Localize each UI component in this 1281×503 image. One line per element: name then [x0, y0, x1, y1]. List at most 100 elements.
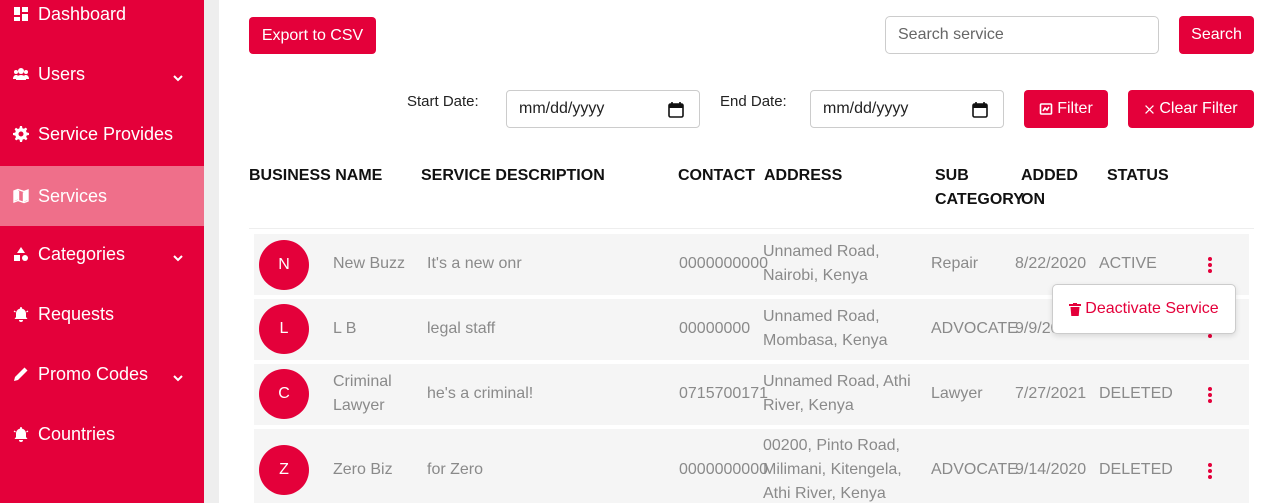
sidebar-item-label: Promo Codes — [38, 363, 149, 384]
sidebar-item-dashboard[interactable]: Dashboard — [0, 0, 204, 44]
search-input[interactable] — [885, 16, 1159, 54]
deactivate-service-menu-item[interactable]: Deactivate Service — [1052, 284, 1236, 334]
sub-category: ADVOCATE — [931, 320, 1018, 337]
start-date-label: Start Date: — [407, 93, 479, 110]
business-name-line: Criminal — [333, 373, 392, 390]
sidebar-item-label: Users — [38, 63, 86, 84]
sidebar-item-countries[interactable]: Countries — [0, 404, 204, 464]
app: Dashboard Users Service Provides Service… — [0, 0, 1281, 503]
status-text: ACTIVE — [1099, 255, 1157, 272]
start-date-value: mm/dd/yyyy — [519, 100, 605, 117]
status-text: DELETED — [1099, 461, 1173, 478]
column-header-status: STATUS — [1107, 167, 1169, 184]
column-header-line: ON — [1021, 191, 1045, 208]
address-line: Athi River, Kenya — [763, 485, 886, 502]
address: 00200, Pinto Road, Milimani, Kitengela, … — [763, 434, 902, 503]
chevron-down-icon — [172, 368, 184, 382]
avatar: N — [259, 240, 309, 290]
contact: 0000000000 — [679, 461, 768, 478]
column-header-line: ADDED — [1021, 167, 1078, 184]
contact: 00000000 — [679, 320, 751, 337]
status-text: DELETED — [1099, 385, 1173, 402]
table-row[interactable]: Z Zero Biz for Zero 0000000000 00200, Pi… — [254, 429, 1249, 503]
avatar: C — [259, 369, 309, 419]
address-line: Unnamed Road, — [763, 243, 880, 260]
more-options-icon[interactable] — [1207, 387, 1213, 403]
bell-icon — [12, 425, 30, 443]
sidebar-item-label: Requests — [38, 303, 115, 324]
address-line: Nairobi, Kenya — [763, 267, 868, 284]
filter-button[interactable]: Filter — [1024, 90, 1108, 128]
end-date-field[interactable]: mm/dd/yyyy — [810, 90, 1004, 128]
shapes-icon — [12, 245, 30, 263]
sidebar-item-categories[interactable]: Categories — [0, 224, 204, 284]
column-header-line: CATEGORY — [935, 191, 1024, 208]
clear-filter-button[interactable]: Clear Filter — [1128, 90, 1254, 128]
sidebar-item-label: Countries — [38, 423, 116, 444]
chevron-down-icon — [172, 68, 184, 82]
sub-category: Lawyer — [931, 385, 983, 402]
business-name: L B — [333, 320, 357, 337]
column-header-added-on: ADDED ON — [1021, 164, 1078, 208]
avatar: L — [259, 304, 309, 354]
search-button[interactable]: Search — [1179, 16, 1254, 54]
more-options-icon[interactable] — [1207, 257, 1213, 273]
service-description: It's a new onr — [427, 255, 522, 272]
contact: 0000000000 — [679, 255, 768, 272]
start-date-field[interactable]: mm/dd/yyyy — [506, 90, 700, 128]
sidebar-item-label: Service Provides — [38, 123, 174, 144]
gear-icon — [12, 125, 30, 143]
column-header-line: SUB — [935, 167, 969, 184]
address: Unnamed Road, Mombasa, Kenya — [763, 305, 888, 353]
address-line: River, Kenya — [763, 397, 854, 414]
address-line: Milimani, Kitengela, — [763, 461, 902, 478]
service-description: he's a criminal! — [427, 385, 534, 402]
filter-button-label: Filter — [1057, 100, 1093, 117]
users-icon — [12, 65, 30, 83]
avatar: Z — [259, 445, 309, 495]
address-line: Unnamed Road, — [763, 308, 880, 325]
calendar-icon[interactable] — [971, 101, 989, 119]
sub-category: Repair — [931, 255, 979, 272]
address: Unnamed Road, Athi River, Kenya — [763, 370, 911, 418]
pencil-icon — [12, 365, 30, 383]
column-header-business-name: BUSINESS NAME — [249, 167, 383, 184]
address-line: Unnamed Road, Athi — [763, 373, 911, 390]
header-divider — [249, 228, 1254, 229]
added-on: 8/22/2020 — [1015, 255, 1087, 272]
table-row[interactable]: C Criminal Lawyer he's a criminal! 07157… — [254, 364, 1249, 425]
trash-icon — [1069, 302, 1082, 316]
contact: 0715700171 — [679, 385, 768, 402]
map-icon — [12, 187, 30, 205]
address: Unnamed Road, Nairobi, Kenya — [763, 240, 880, 288]
sidebar-item-requests[interactable]: Requests — [0, 284, 204, 344]
sidebar-item-services[interactable]: Services — [0, 166, 204, 226]
sidebar-item-label: Services — [38, 185, 108, 206]
chevron-down-icon — [172, 248, 184, 262]
service-description: legal staff — [427, 320, 496, 337]
column-header-address: ADDRESS — [764, 167, 843, 184]
service-description: for Zero — [427, 461, 484, 478]
end-date-label: End Date: — [720, 93, 787, 110]
calendar-icon[interactable] — [667, 101, 685, 119]
close-icon — [1145, 104, 1155, 114]
sidebar-item-label: Dashboard — [38, 3, 127, 24]
filter-icon — [1039, 103, 1053, 115]
added-on: 9/14/2020 — [1015, 461, 1087, 478]
more-options-icon[interactable] — [1207, 463, 1213, 479]
sidebar-item-users[interactable]: Users — [0, 44, 204, 104]
business-name: Criminal Lawyer — [333, 370, 392, 418]
sidebar-divider — [204, 0, 219, 503]
address-line: 00200, Pinto Road, — [763, 437, 900, 454]
bell-icon — [12, 305, 30, 323]
dashboard-icon — [12, 5, 30, 23]
address-line: Mombasa, Kenya — [763, 332, 888, 349]
sidebar-item-service-provides[interactable]: Service Provides — [0, 104, 204, 164]
business-name: New Buzz — [333, 255, 406, 272]
column-header-sub-category: SUB CATEGORY — [935, 164, 1024, 212]
sidebar-item-promo-codes[interactable]: Promo Codes — [0, 344, 204, 404]
business-name-line: Lawyer — [333, 397, 385, 414]
export-csv-button[interactable]: Export to CSV — [249, 17, 376, 54]
sidebar-item-label: Categories — [38, 243, 126, 264]
deactivate-service-label: Deactivate Service — [1085, 300, 1219, 317]
